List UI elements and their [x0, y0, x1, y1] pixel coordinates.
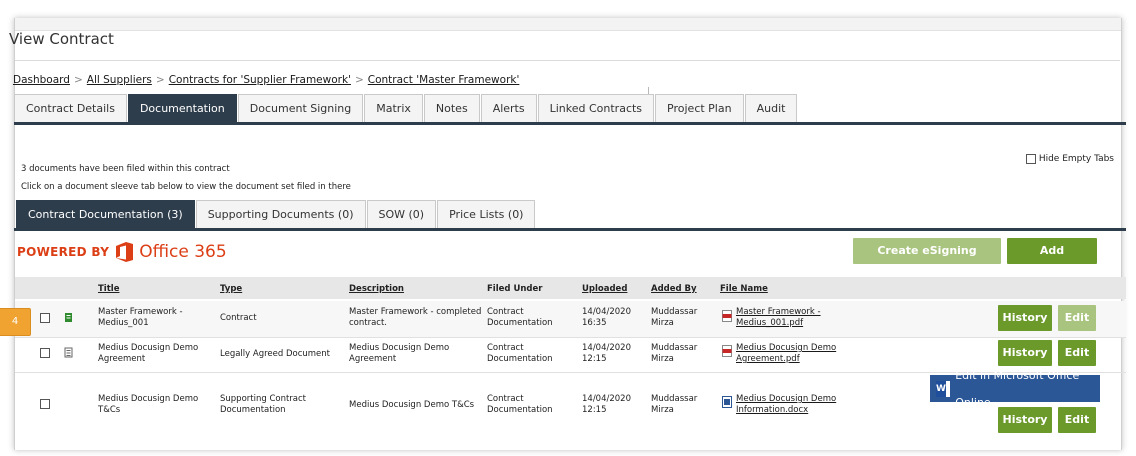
history-button[interactable]: History: [998, 407, 1052, 433]
document-icon: [64, 347, 73, 358]
breadcrumb: Dashboard > All Suppliers > Contracts for 'S…: [13, 74, 520, 86]
row-file-link[interactable]: Medius Docusign Demo Information.docx: [736, 394, 836, 416]
row-added-by: Muddassar Mirza: [651, 394, 698, 415]
hide-empty-tabs: Hide Empty Tabs: [1025, 154, 1114, 164]
header-title[interactable]: Title: [98, 284, 119, 294]
tab-linked-contracts[interactable]: Linked Contracts: [537, 94, 655, 122]
page-title: View Contract: [9, 30, 114, 48]
documents-count-text: 3 documents have been filed within this …: [21, 164, 230, 174]
office365-brand: Office 365: [139, 242, 227, 262]
tab-notes[interactable]: Notes: [423, 94, 480, 122]
row-title: Medius Docusign Demo Agreement: [98, 343, 199, 364]
row-title: Medius Docusign Demo T&Cs: [98, 394, 199, 415]
header-file-name[interactable]: File Name: [720, 284, 768, 294]
history-button[interactable]: History: [998, 305, 1052, 331]
create-esigning-document-button[interactable]: Create eSigning Document: [853, 238, 1001, 283]
tab-project-plan[interactable]: Project Plan: [655, 94, 744, 122]
breadcrumb-contracts-for-supplier[interactable]: Contracts for 'Supplier Framework': [169, 74, 351, 86]
row-type: Contract: [220, 313, 257, 323]
tab-document-signing[interactable]: Document Signing: [237, 94, 364, 122]
header-type[interactable]: Type: [220, 284, 242, 294]
row-divider: [15, 337, 1126, 338]
word-file-icon: [722, 396, 732, 408]
top-bar: [15, 18, 1121, 31]
row-checkbox[interactable]: [40, 313, 50, 323]
row-filed-under: Contract Documentation: [487, 307, 553, 328]
word-icon: [936, 380, 951, 397]
row-file-link[interactable]: Master Framework - Medius_001.pdf: [736, 307, 821, 329]
row-uploaded: 14/04/2020 12:15: [582, 394, 631, 415]
row-title: Master Framework - Medius_001: [98, 307, 183, 328]
row-checkbox[interactable]: [40, 348, 50, 358]
breadcrumb-contract[interactable]: Contract 'Master Framework': [368, 74, 520, 86]
row-uploaded: 14/04/2020 12:15: [582, 343, 631, 364]
tab-contract-details[interactable]: Contract Details: [14, 94, 127, 122]
edit-in-microsoft-office-online-button[interactable]: Edit in Microsoft Office Online: [930, 369, 1100, 409]
edit-button[interactable]: Edit: [1058, 407, 1096, 433]
row-file-link[interactable]: Medius Docusign Demo Agreement.pdf: [736, 343, 836, 365]
header-description[interactable]: Description: [349, 284, 404, 294]
powered-by-text: POWERED BY: [17, 245, 110, 259]
subtabs-underline: [14, 228, 1126, 231]
hide-empty-tabs-label: Hide Empty Tabs: [1038, 154, 1114, 164]
subtab-supporting-documents[interactable]: Supporting Documents (0): [195, 200, 366, 228]
tabs-underline: [14, 122, 1126, 125]
row-added-by: Muddassar Mirza: [651, 307, 698, 328]
tab-audit[interactable]: Audit: [744, 94, 798, 122]
row-type: Supporting Contract Documentation: [220, 394, 307, 415]
header-uploaded[interactable]: Uploaded: [582, 284, 627, 294]
row-checkbox[interactable]: [40, 399, 50, 409]
step-badge: 4: [0, 308, 31, 336]
subtab-sow[interactable]: SOW (0): [366, 200, 437, 228]
pdf-file-icon: [722, 310, 732, 322]
row-description: Medius Docusign Demo T&Cs: [349, 400, 475, 410]
breadcrumb-all-suppliers[interactable]: All Suppliers: [87, 74, 152, 86]
add-document-button[interactable]: Add Document: [1007, 238, 1097, 283]
row-filed-under: Contract Documentation: [487, 394, 553, 415]
tab-alerts[interactable]: Alerts: [480, 94, 537, 122]
row-type: Legally Agreed Document: [220, 349, 330, 359]
breadcrumb-dashboard[interactable]: Dashboard: [13, 74, 70, 86]
instructions-text: Click on a document sleeve tab below to …: [21, 182, 351, 192]
title-divider: [15, 60, 1120, 61]
row-description: Master Framework - completed contract.: [349, 307, 482, 328]
header-added-by[interactable]: Added By: [651, 284, 697, 294]
office365-banner: POWERED BY Office 365: [17, 242, 227, 262]
document-sleeve-tabs: Contract Documentation (3) Supporting Do…: [16, 200, 536, 228]
row-filed-under: Contract Documentation: [487, 343, 553, 364]
header-filed-under: Filed Under: [487, 284, 543, 294]
tab-matrix[interactable]: Matrix: [364, 94, 423, 122]
office-logo-icon: [116, 242, 134, 262]
row-added-by: Muddassar Mirza: [651, 343, 698, 364]
table-header: [15, 277, 1126, 299]
pdf-file-icon: [722, 345, 732, 357]
document-green-icon: [65, 313, 72, 322]
row-description: Medius Docusign Demo Agreement: [349, 343, 450, 364]
contract-tabs: Contract Details Documentation Document …: [14, 94, 798, 122]
subtab-price-lists[interactable]: Price Lists (0): [437, 200, 536, 228]
subtab-contract-documentation[interactable]: Contract Documentation (3): [16, 200, 195, 228]
edit-button[interactable]: Edit: [1058, 305, 1096, 331]
hide-empty-tabs-checkbox[interactable]: [1025, 154, 1036, 164]
row-uploaded: 14/04/2020 16:35: [582, 307, 631, 328]
tab-documentation[interactable]: Documentation: [127, 94, 237, 122]
